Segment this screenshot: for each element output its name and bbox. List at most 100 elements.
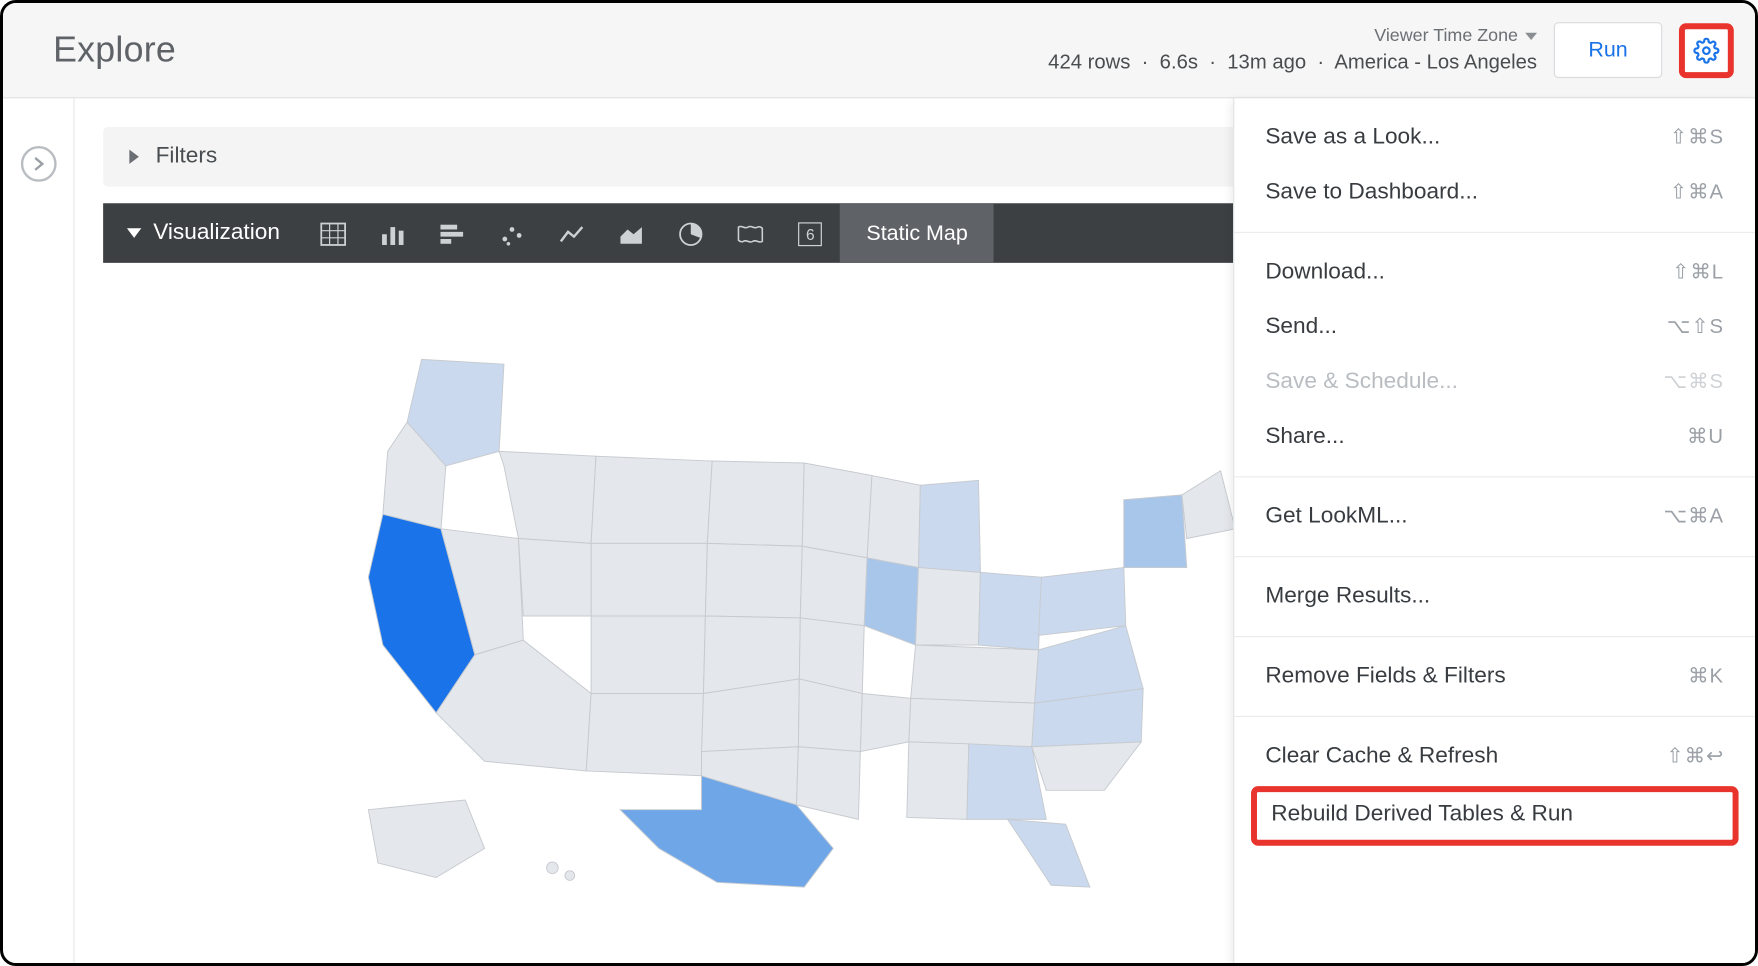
menu-item-label: Share... bbox=[1265, 424, 1344, 450]
state-new-mexico[interactable] bbox=[586, 693, 703, 775]
menu-item-label: Clear Cache & Refresh bbox=[1265, 743, 1498, 769]
menu-item-shortcut: ⇧⌘S bbox=[1670, 126, 1724, 150]
state-wisconsin[interactable] bbox=[867, 476, 920, 568]
scatter-icon bbox=[499, 222, 525, 246]
run-button[interactable]: Run bbox=[1554, 22, 1663, 78]
menu-item-shortcut: ⇧⌘L bbox=[1672, 260, 1724, 284]
state-hawaii-2[interactable] bbox=[565, 871, 575, 881]
caret-right-icon bbox=[129, 150, 139, 164]
line-chart-icon bbox=[559, 222, 585, 246]
state-new-york[interactable] bbox=[1124, 495, 1187, 568]
viz-tab-label: Static Map bbox=[866, 221, 967, 246]
visualization-toggle[interactable]: Visualization bbox=[127, 220, 280, 246]
state-michigan[interactable] bbox=[918, 480, 980, 572]
menu-item[interactable]: Send... ⌥⇧S bbox=[1234, 300, 1755, 355]
query-meta: Viewer Time Zone 424 rows · 6.6s · 13m a… bbox=[1048, 25, 1537, 75]
timezone-label: Viewer Time Zone bbox=[1374, 25, 1518, 47]
state-indiana[interactable] bbox=[916, 568, 981, 645]
menu-item[interactable]: Clear Cache & Refresh ⇧⌘↩ bbox=[1234, 729, 1755, 784]
left-rail bbox=[3, 98, 75, 965]
menu-item-shortcut: ⌘K bbox=[1688, 665, 1724, 689]
state-wyoming[interactable] bbox=[591, 543, 707, 616]
viz-type-map[interactable] bbox=[721, 203, 781, 263]
menu-item-label: Remove Fields & Filters bbox=[1265, 663, 1505, 689]
state-south-carolina[interactable] bbox=[1032, 742, 1141, 790]
menu-item[interactable]: Remove Fields & Filters ⌘K bbox=[1234, 649, 1755, 704]
menu-item-shortcut: ⌥⇧S bbox=[1667, 315, 1724, 339]
single-value-icon: 6 bbox=[798, 222, 822, 246]
menu-item-shortcut: ⌥⌘S bbox=[1664, 370, 1725, 394]
state-alaska[interactable] bbox=[368, 800, 484, 877]
column-chart-icon bbox=[380, 222, 406, 246]
caret-down-icon bbox=[127, 228, 141, 238]
chevron-down-icon bbox=[1525, 33, 1537, 40]
state-hawaii[interactable] bbox=[547, 862, 559, 874]
state-minnesota[interactable] bbox=[802, 463, 872, 558]
menu-item[interactable]: Save to Dashboard... ⇧⌘A bbox=[1234, 165, 1755, 220]
state-montana[interactable] bbox=[591, 456, 712, 543]
explore-header: Explore Viewer Time Zone 424 rows · 6.6s… bbox=[3, 3, 1755, 98]
state-tennessee[interactable] bbox=[909, 698, 1035, 746]
viz-type-area[interactable] bbox=[602, 203, 662, 263]
state-south-dakota[interactable] bbox=[705, 543, 802, 618]
state-idaho[interactable] bbox=[499, 451, 596, 543]
row-count: 424 rows bbox=[1048, 51, 1130, 74]
menu-item-shortcut: ⌘U bbox=[1687, 425, 1724, 449]
viz-type-bar[interactable] bbox=[423, 203, 483, 263]
field-picker-toggle[interactable] bbox=[20, 146, 56, 182]
settings-gear-button[interactable] bbox=[1679, 23, 1734, 78]
state-utah[interactable] bbox=[518, 539, 591, 616]
state-louisiana[interactable] bbox=[796, 747, 860, 820]
gear-icon bbox=[1693, 37, 1719, 63]
visualization-label: Visualization bbox=[153, 220, 280, 246]
menu-item-shortcut: ⇧⌘↩ bbox=[1666, 744, 1724, 768]
query-duration: 6.6s bbox=[1160, 51, 1198, 74]
chevron-right-icon bbox=[32, 157, 44, 171]
viz-type-scatter[interactable] bbox=[483, 203, 543, 263]
state-kentucky[interactable] bbox=[911, 645, 1039, 703]
menu-item[interactable]: Get LookML...⌥⌘A bbox=[1234, 489, 1755, 544]
state-colorado[interactable] bbox=[591, 616, 705, 693]
menu-item-label: Rebuild Derived Tables & Run bbox=[1271, 802, 1573, 827]
filters-label: Filters bbox=[156, 144, 218, 170]
us-map-visualization bbox=[330, 275, 1260, 919]
menu-item-label: Merge Results... bbox=[1265, 584, 1430, 610]
query-age: 13m ago bbox=[1227, 51, 1306, 74]
menu-item: Save & Schedule... ⌥⌘S bbox=[1234, 355, 1755, 410]
menu-item-label: Get LookML... bbox=[1265, 504, 1407, 530]
state-alabama[interactable] bbox=[907, 742, 969, 819]
menu-item-label: Send... bbox=[1265, 314, 1337, 340]
timezone-selector[interactable]: Viewer Time Zone bbox=[1048, 25, 1537, 47]
state-florida[interactable] bbox=[1008, 819, 1090, 887]
viz-type-table[interactable] bbox=[304, 203, 364, 263]
page-title: Explore bbox=[53, 30, 176, 71]
menu-item-label: Save & Schedule... bbox=[1265, 369, 1458, 395]
state-north-dakota[interactable] bbox=[707, 461, 804, 546]
menu-item[interactable]: Save as a Look... ⇧⌘S bbox=[1234, 110, 1755, 165]
state-ohio[interactable] bbox=[979, 572, 1042, 649]
menu-item[interactable]: Merge Results... bbox=[1234, 569, 1755, 624]
state-iowa[interactable] bbox=[800, 546, 867, 625]
viz-type-line[interactable] bbox=[542, 203, 602, 263]
pie-chart-icon bbox=[678, 221, 704, 247]
viz-type-pie[interactable] bbox=[661, 203, 721, 263]
area-chart-icon bbox=[618, 222, 644, 246]
menu-item-label: Save to Dashboard... bbox=[1265, 179, 1478, 205]
map-icon bbox=[736, 222, 765, 246]
viz-type-column[interactable] bbox=[363, 203, 423, 263]
viz-type-static-map-tab[interactable]: Static Map bbox=[840, 203, 994, 263]
table-icon bbox=[320, 222, 346, 246]
menu-item-label: Save as a Look... bbox=[1265, 125, 1440, 151]
state-illinois[interactable] bbox=[864, 558, 918, 645]
menu-item[interactable]: Share... ⌘U bbox=[1234, 409, 1755, 464]
menu-item-shortcut: ⇧⌘A bbox=[1670, 181, 1724, 205]
state-pennsylvania[interactable] bbox=[1039, 568, 1126, 636]
viz-type-single-value[interactable]: 6 bbox=[781, 203, 841, 263]
menu-item-label: Download... bbox=[1265, 259, 1385, 285]
state-new-england[interactable] bbox=[1182, 471, 1235, 539]
state-mississippi[interactable] bbox=[860, 693, 910, 751]
menu-item[interactable]: Download... ⇧⌘L bbox=[1234, 245, 1755, 300]
timezone-value: America - Los Angeles bbox=[1334, 51, 1537, 74]
menu-item-rebuild-derived-tables[interactable]: Rebuild Derived Tables & Run bbox=[1251, 786, 1739, 846]
explore-actions-menu: Save as a Look... ⇧⌘S Save to Dashboard...… bbox=[1233, 98, 1755, 965]
